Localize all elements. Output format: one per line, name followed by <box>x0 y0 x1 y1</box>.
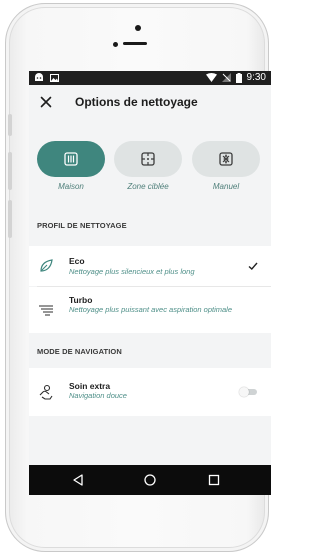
navigation-option-soin-extra: Soin extra Navigation douce <box>29 368 271 416</box>
page-title: Options de nettoyage <box>75 95 198 109</box>
mode-selector: Maison Zone ciblée Manuel <box>29 141 271 201</box>
sensor <box>113 42 118 47</box>
recents-icon[interactable] <box>207 473 221 487</box>
clock: 9:30 <box>246 72 266 83</box>
volume-up-button <box>8 152 12 190</box>
mode-button-maison[interactable] <box>37 141 105 177</box>
manual-icon <box>219 152 233 166</box>
mode-button-zone-ciblee[interactable] <box>114 141 182 177</box>
android-icon <box>35 73 43 81</box>
front-camera <box>135 25 141 31</box>
battery-icon <box>235 72 242 83</box>
close-icon[interactable] <box>38 94 54 110</box>
profile-title: Turbo <box>69 295 93 305</box>
app-screen: 9:30 Options de nettoyage Maison Zone ci… <box>29 71 271 495</box>
profile-option-eco[interactable]: Eco Nettoyage plus silencieux et plus lo… <box>29 246 271 286</box>
leaf-icon <box>40 259 53 272</box>
side-button <box>8 114 12 136</box>
back-icon[interactable] <box>71 473 85 487</box>
care-hand-icon <box>39 384 53 400</box>
system-navigation-bar <box>29 465 271 495</box>
section-header-cleaning-profile: PROFIL DE NETTOYAGE <box>29 211 271 241</box>
section-header-navigation-mode: MODE DE NAVIGATION <box>29 337 271 367</box>
speed-lines-icon <box>39 305 53 316</box>
status-bar: 9:30 <box>29 71 271 85</box>
profile-subtitle: Nettoyage plus silencieux et plus long <box>69 267 195 276</box>
home-icon[interactable] <box>143 473 157 487</box>
navigation-title: Soin extra <box>69 381 111 391</box>
earpiece-speaker <box>123 42 147 45</box>
target-zone-icon <box>141 152 155 166</box>
navigation-subtitle: Navigation douce <box>69 391 127 400</box>
mode-button-manuel[interactable] <box>192 141 260 177</box>
mode-label-zone-ciblee: Zone ciblée <box>127 182 169 191</box>
volume-down-button <box>8 200 12 238</box>
mode-label-manuel: Manuel <box>212 182 240 191</box>
soin-extra-toggle[interactable] <box>239 387 259 397</box>
image-icon <box>50 73 59 82</box>
checkmark-icon <box>248 262 258 270</box>
no-signal-icon <box>221 73 231 82</box>
app-header: Options de nettoyage <box>29 85 271 121</box>
profile-option-turbo[interactable]: Turbo Nettoyage plus puissant avec aspir… <box>29 287 271 333</box>
wifi-icon <box>205 73 217 82</box>
profile-title: Eco <box>69 256 85 266</box>
mode-label-maison: Maison <box>58 182 84 191</box>
profile-subtitle: Nettoyage plus puissant avec aspiration … <box>69 305 233 314</box>
house-grid-icon <box>64 152 78 166</box>
toggle-knob <box>239 387 249 397</box>
